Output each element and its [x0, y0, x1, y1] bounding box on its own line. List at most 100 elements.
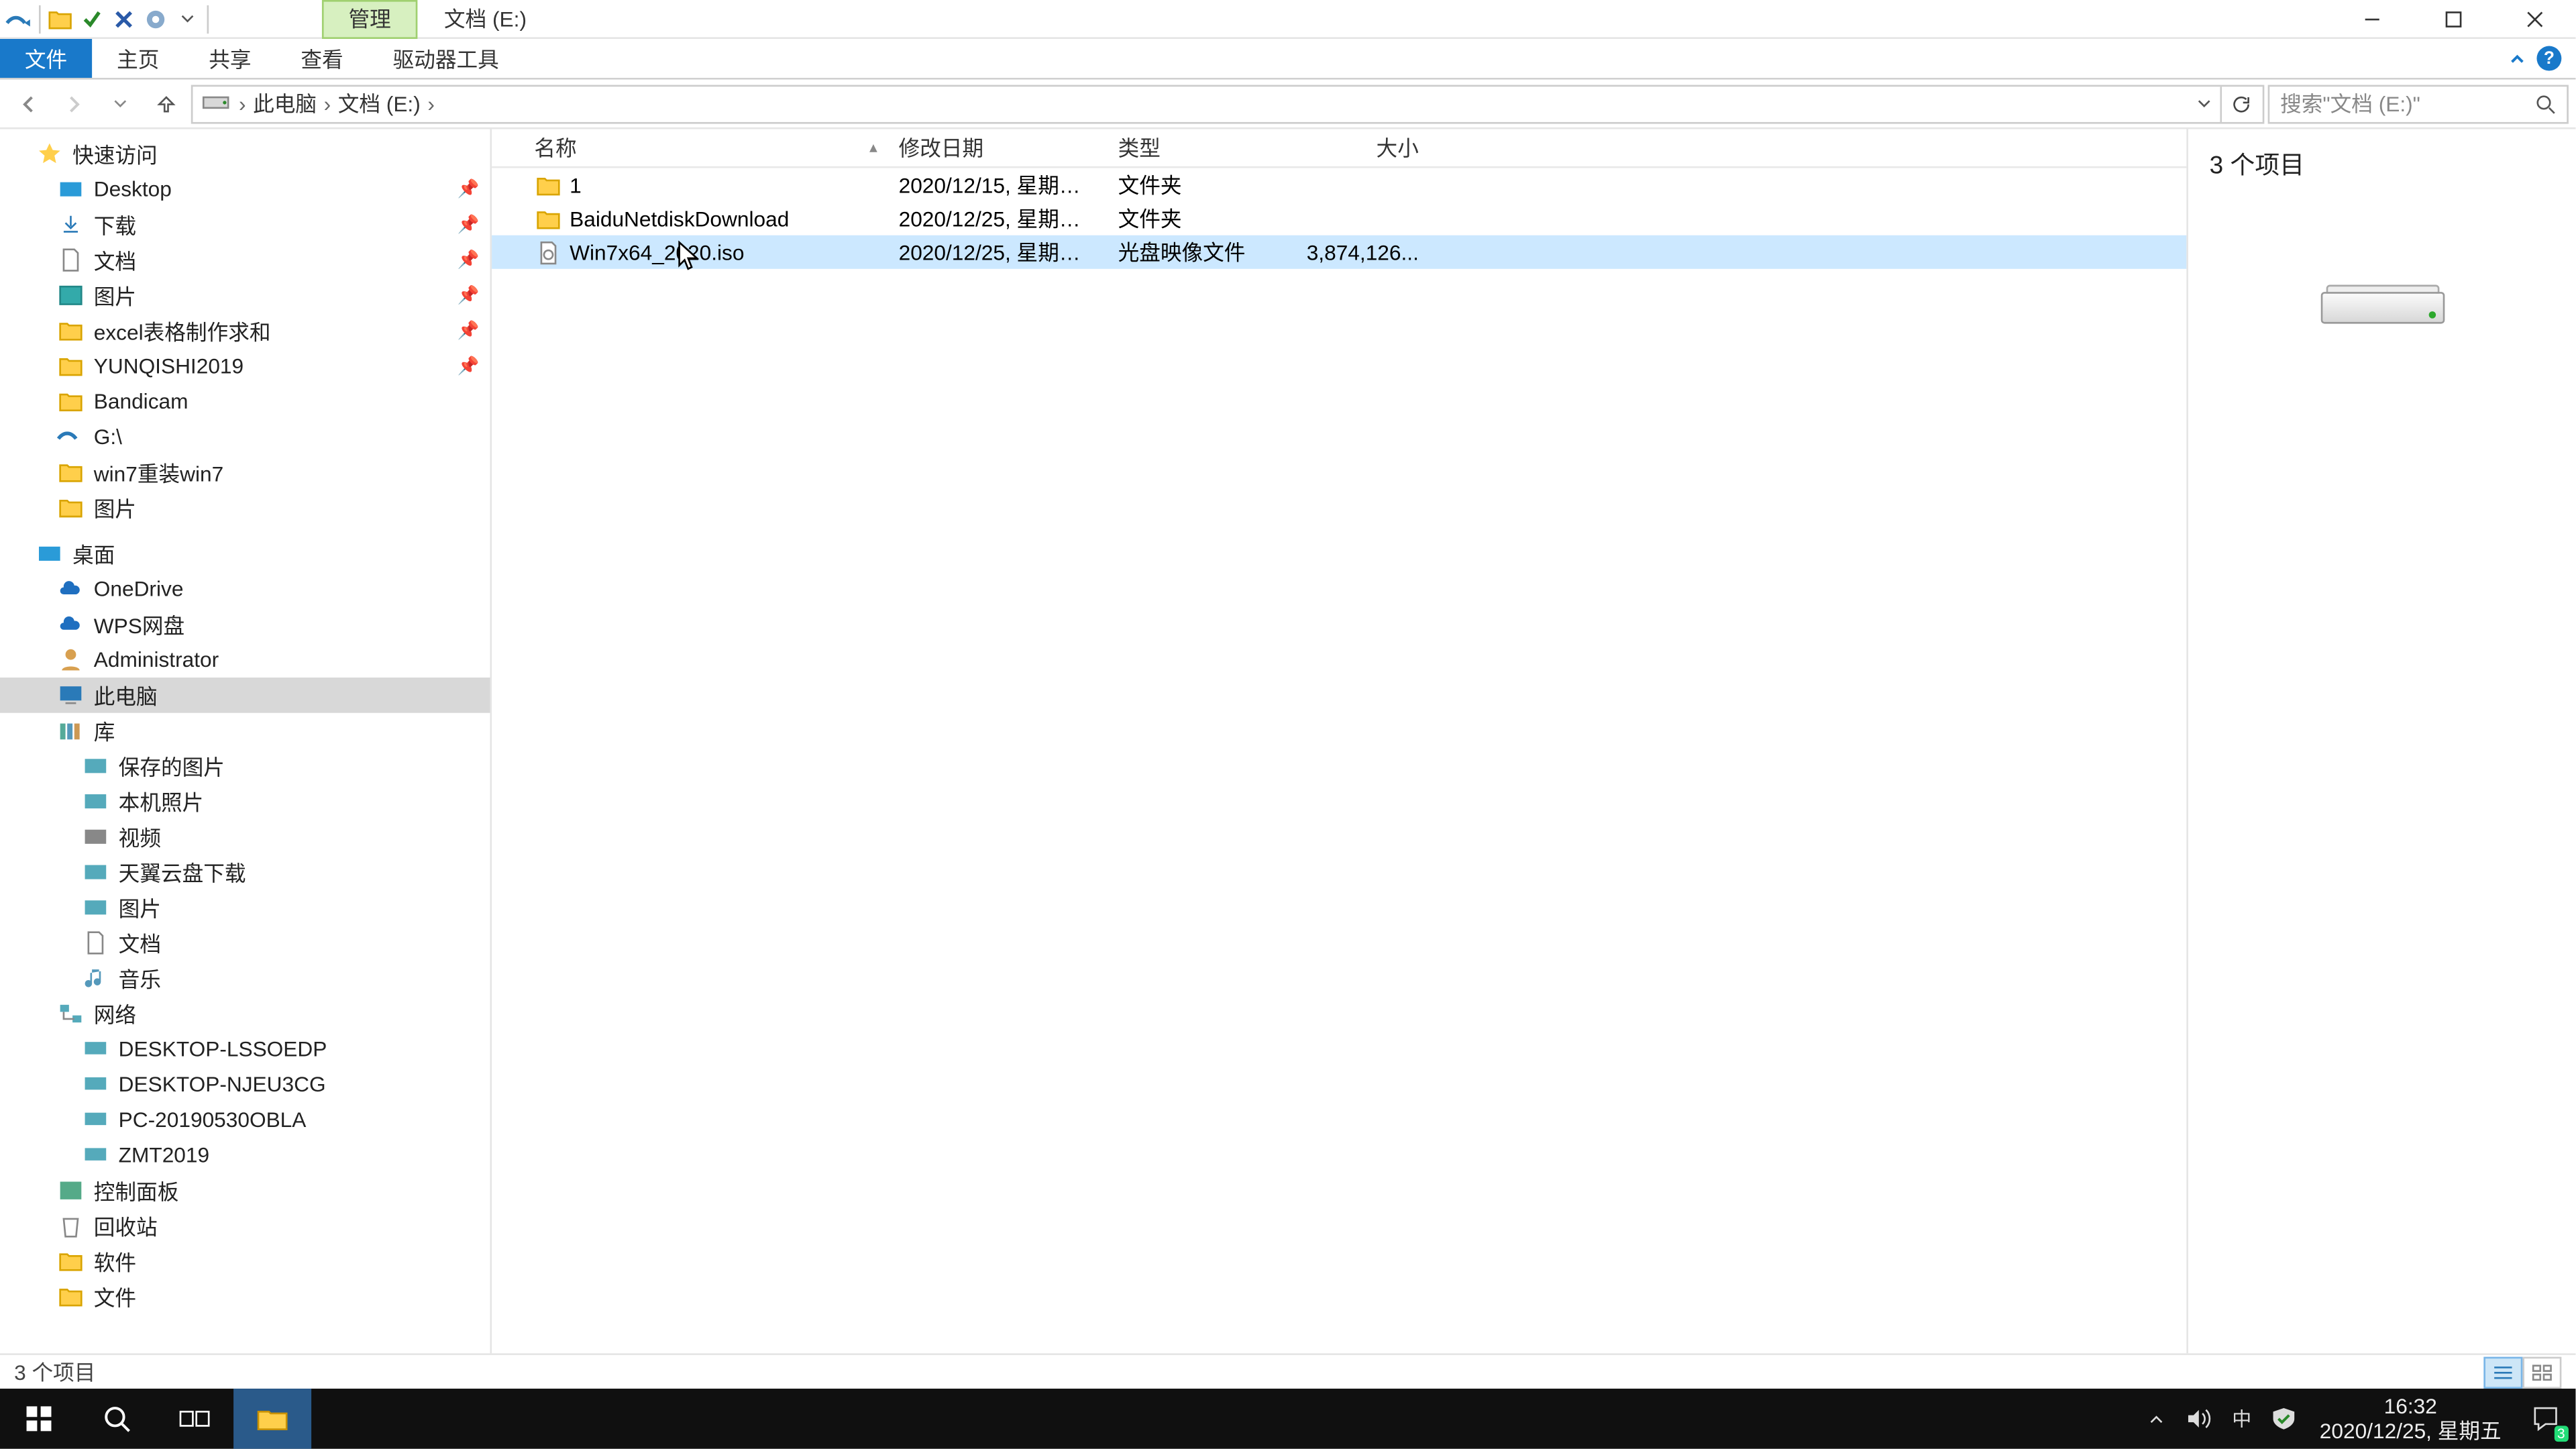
tree-pictures2[interactable]: 图片: [0, 490, 490, 525]
up-button[interactable]: [145, 83, 187, 125]
tab-home[interactable]: 主页: [92, 39, 184, 78]
tree-pictures[interactable]: 图片📌: [0, 278, 490, 313]
tab-share[interactable]: 共享: [184, 39, 276, 78]
collapse-ribbon-icon[interactable]: [2508, 50, 2526, 67]
file-name: Win7x64_2020.iso: [570, 239, 744, 264]
tree-desktop-root[interactable]: 桌面: [0, 536, 490, 572]
search-input[interactable]: 搜索"文档 (E:)": [2268, 84, 2569, 123]
image-icon: [81, 894, 109, 922]
details-view-button[interactable]: [2483, 1356, 2522, 1387]
back-button[interactable]: [7, 83, 50, 125]
recent-dropdown-icon[interactable]: [99, 83, 142, 125]
tree-pc3[interactable]: PC-20190530OBLA: [0, 1102, 490, 1138]
maximize-button[interactable]: [2413, 0, 2494, 38]
tree-pc4[interactable]: ZMT2019: [0, 1138, 490, 1173]
tree-excel[interactable]: excel表格制作求和📌: [0, 313, 490, 349]
col-date[interactable]: 修改日期: [888, 133, 1108, 163]
breadcrumb-drive[interactable]: 文档 (E:): [334, 89, 424, 119]
close-button[interactable]: [2494, 0, 2575, 38]
tree-quick-access[interactable]: 快速访问: [0, 136, 490, 172]
clock[interactable]: 16:32 2020/12/25, 星期五: [2306, 1394, 2516, 1444]
tree-control-panel[interactable]: 控制面板: [0, 1173, 490, 1208]
chevron-right-icon[interactable]: ›: [320, 91, 334, 116]
navigation-pane[interactable]: 快速访问 Desktop📌 下载📌 文档📌 图片📌 excel表格制作求和📌 Y…: [0, 129, 492, 1389]
col-type[interactable]: 类型: [1108, 133, 1288, 163]
tab-view[interactable]: 查看: [276, 39, 368, 78]
action-center-button[interactable]: 3: [2516, 1389, 2576, 1449]
tab-file[interactable]: 文件: [0, 39, 92, 78]
tree-admin[interactable]: Administrator: [0, 642, 490, 678]
icons-view-button[interactable]: [2522, 1356, 2561, 1387]
tree-gdrive[interactable]: G:\: [0, 419, 490, 455]
tree-recycle[interactable]: 回收站: [0, 1208, 490, 1244]
minimize-button[interactable]: [2332, 0, 2413, 38]
tree-bandicam[interactable]: Bandicam: [0, 384, 490, 419]
desktop-icon: [36, 539, 64, 568]
tree-music[interactable]: 音乐: [0, 961, 490, 996]
tree-pc1[interactable]: DESKTOP-LSSOEDP: [0, 1031, 490, 1067]
folder-icon: [56, 494, 85, 522]
library-icon: [56, 716, 85, 745]
settings-icon[interactable]: [140, 3, 171, 34]
folder-icon[interactable]: [44, 3, 76, 34]
folder-icon: [81, 858, 109, 886]
file-row[interactable]: BaiduNetdiskDownload2020/12/25, 星期五 1...…: [492, 202, 2186, 235]
ribbon-tabs: 文件 主页 共享 查看 驱动器工具 ?: [0, 39, 2575, 80]
tree-library[interactable]: 库: [0, 713, 490, 749]
drive-icon: [56, 423, 85, 451]
tree-yunqishi[interactable]: YUNQISHI2019📌: [0, 348, 490, 384]
file-row[interactable]: Win7x64_2020.iso2020/12/25, 星期五 1...光盘映像…: [492, 235, 2186, 269]
folder-icon: [56, 317, 85, 345]
start-button[interactable]: [0, 1389, 78, 1449]
app-icon: [3, 3, 35, 34]
tree-documents[interactable]: 文档📌: [0, 242, 490, 278]
folder-icon: [56, 458, 85, 486]
address-bar[interactable]: › 此电脑 › 文档 (E:) ›: [191, 84, 2265, 123]
tree-this-pc[interactable]: 此电脑: [0, 678, 490, 713]
breadcrumb-this-pc[interactable]: 此电脑: [250, 89, 321, 119]
tree-local-photo[interactable]: 本机照片: [0, 784, 490, 819]
address-history-dropdown[interactable]: [2188, 86, 2220, 121]
col-name[interactable]: 名称▴: [524, 133, 888, 163]
tree-docs[interactable]: 文档: [0, 925, 490, 961]
clock-time: 16:32: [2320, 1394, 2502, 1419]
ime-indicator[interactable]: 中: [2220, 1389, 2263, 1449]
tab-drive-tools[interactable]: 驱动器工具: [368, 39, 524, 78]
task-view-button[interactable]: [156, 1389, 233, 1449]
tree-saved-pic[interactable]: 保存的图片: [0, 748, 490, 784]
manage-context-tab[interactable]: 管理: [322, 0, 417, 38]
pin-icon: 📌: [458, 180, 480, 199]
refresh-button[interactable]: [2220, 86, 2259, 121]
tree-onedrive[interactable]: OneDrive: [0, 572, 490, 607]
tree-software[interactable]: 软件: [0, 1244, 490, 1279]
tree-network[interactable]: 网络: [0, 996, 490, 1032]
close-blue-icon[interactable]: [108, 3, 140, 34]
tree-desktop[interactable]: Desktop📌: [0, 172, 490, 207]
volume-icon[interactable]: [2178, 1389, 2220, 1449]
qat-dropdown-icon[interactable]: [172, 3, 203, 34]
explorer-taskbar-button[interactable]: [233, 1389, 311, 1449]
help-icon[interactable]: ?: [2536, 46, 2561, 71]
tree-pictures3[interactable]: 图片: [0, 890, 490, 925]
chevron-right-icon[interactable]: ›: [235, 91, 250, 116]
folder-icon: [56, 352, 85, 380]
col-size[interactable]: 大小: [1288, 133, 1430, 163]
chevron-right-icon[interactable]: ›: [424, 91, 438, 116]
checkmark-icon[interactable]: [76, 3, 107, 34]
forward-button[interactable]: [53, 83, 95, 125]
file-row[interactable]: 12020/12/15, 星期二 1...文件夹: [492, 168, 2186, 202]
search-button[interactable]: [78, 1389, 156, 1449]
tree-win7reinstall[interactable]: win7重装win7: [0, 455, 490, 490]
tree-tianyi[interactable]: 天翼云盘下载: [0, 855, 490, 890]
security-icon[interactable]: [2263, 1389, 2305, 1449]
tree-wps[interactable]: WPS网盘: [0, 606, 490, 642]
tree-video[interactable]: 视频: [0, 819, 490, 855]
tree-downloads[interactable]: 下载📌: [0, 207, 490, 243]
tray-overflow-icon[interactable]: [2136, 1389, 2178, 1449]
tree-pc2[interactable]: DESKTOP-NJEU3CG: [0, 1067, 490, 1102]
search-icon[interactable]: [2535, 93, 2557, 114]
cloud-icon: [56, 575, 85, 603]
file-type: 文件夹: [1108, 170, 1288, 200]
download-icon: [56, 211, 85, 239]
tree-file[interactable]: 文件: [0, 1279, 490, 1315]
